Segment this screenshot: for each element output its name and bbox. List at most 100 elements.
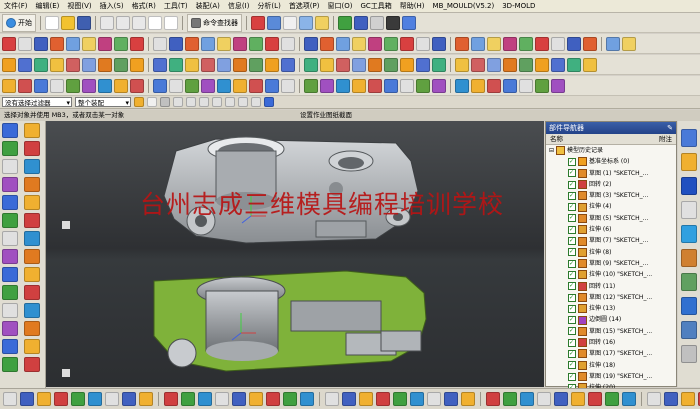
lifter-icon[interactable] — [352, 78, 366, 93]
part-icon[interactable] — [338, 15, 352, 30]
menu-item[interactable]: 装配(A) — [192, 1, 224, 11]
shell-icon[interactable] — [352, 57, 366, 72]
sketch-icon[interactable] — [23, 231, 40, 246]
analysis-icon[interactable] — [2, 177, 18, 192]
col-name[interactable]: 名称 — [550, 134, 563, 144]
layer-icon[interactable] — [605, 392, 619, 406]
fillet-icon[interactable] — [98, 36, 112, 51]
sheet-metal-icon[interactable] — [23, 249, 40, 264]
insert-icon[interactable] — [368, 78, 382, 93]
chamfer-icon[interactable] — [583, 36, 597, 51]
point-icon[interactable] — [281, 36, 295, 51]
parting-icon[interactable] — [249, 78, 263, 93]
constraint-navigator-icon[interactable] — [681, 153, 697, 171]
shaded-icon[interactable] — [88, 392, 102, 406]
blend-icon[interactable] — [551, 57, 565, 72]
lifter-icon[interactable] — [153, 78, 167, 93]
menu-item[interactable]: 帮助(H) — [396, 1, 429, 11]
navigator-feature-row[interactable]: 回转 (11) — [546, 281, 676, 292]
navigator-feature-row[interactable]: 草图 (9) "SKETCH_... — [546, 258, 676, 269]
draft-icon[interactable] — [130, 57, 144, 72]
ejector-icon[interactable] — [320, 78, 334, 93]
revolve-icon[interactable] — [18, 57, 32, 72]
measure-icon[interactable] — [198, 392, 212, 406]
subtract-icon[interactable] — [201, 57, 215, 72]
intersect-icon[interactable] — [217, 57, 231, 72]
runner-icon[interactable] — [66, 78, 80, 93]
snap-point-icon[interactable] — [264, 97, 274, 107]
menu-item[interactable]: 信息(I) — [224, 1, 254, 11]
checkbox-icon[interactable] — [568, 371, 576, 382]
intersect-icon[interactable] — [455, 57, 469, 72]
navigator-feature-row[interactable]: 草图 (19) "SKETCH_... — [546, 371, 676, 382]
wireframe-icon[interactable] — [105, 392, 119, 406]
rectangle-icon[interactable] — [535, 36, 549, 51]
menu-item[interactable]: 编辑(E) — [32, 1, 64, 11]
checkbox-icon[interactable] — [568, 190, 576, 201]
section-icon[interactable] — [122, 392, 136, 406]
mold-tools-icon[interactable] — [2, 213, 18, 228]
navigator-feature-row[interactable]: 草图 (15) "SKETCH_... — [546, 326, 676, 337]
arc-icon[interactable] — [249, 36, 263, 51]
helix-icon[interactable] — [217, 36, 231, 51]
copy-icon[interactable] — [116, 15, 130, 30]
reuse-library-icon[interactable] — [681, 201, 697, 219]
chamfer-icon[interactable] — [352, 36, 366, 51]
sketch-icon[interactable] — [23, 123, 40, 138]
mold-base-icon[interactable] — [400, 78, 414, 93]
layer-icon[interactable] — [181, 392, 195, 406]
mirror-icon[interactable] — [153, 57, 167, 72]
navigator-feature-row[interactable]: 草图 (12) "SKETCH_... — [546, 292, 676, 303]
navigator-feature-row[interactable]: 草图 (17) "SKETCH_... — [546, 348, 676, 359]
fit-view-icon[interactable] — [664, 392, 678, 406]
select-all-icon[interactable] — [134, 97, 144, 107]
bridge-icon[interactable] — [201, 36, 215, 51]
roles-icon[interactable] — [681, 321, 697, 339]
unite-icon[interactable] — [416, 57, 430, 72]
line-icon[interactable] — [233, 36, 247, 51]
navigator-feature-row[interactable]: 回转 (2) — [546, 179, 676, 190]
extrude-icon[interactable] — [233, 57, 247, 72]
system-scenes-icon[interactable] — [681, 345, 697, 363]
checkbox-icon[interactable] — [568, 224, 576, 235]
checkbox-icon[interactable] — [568, 303, 576, 314]
surface-icon[interactable] — [2, 141, 18, 156]
navigator-feature-row[interactable]: 拉伸 (4) — [546, 201, 676, 212]
navigator-feature-row[interactable]: 草图 (7) "SKETCH_... — [546, 235, 676, 246]
mirror-icon[interactable] — [384, 57, 398, 72]
new-file-icon[interactable] — [45, 15, 59, 30]
checkbox-icon[interactable] — [568, 314, 576, 325]
sketch-icon[interactable] — [23, 339, 40, 354]
snap-icon[interactable] — [139, 392, 153, 406]
hole-icon[interactable] — [34, 57, 48, 72]
extrude-icon[interactable] — [2, 57, 16, 72]
checkbox-icon[interactable] — [568, 179, 576, 190]
checkbox-icon[interactable] — [568, 258, 576, 269]
assembly-dropdown[interactable]: 整个装配 — [75, 97, 131, 107]
mold-wizard-icon[interactable] — [23, 285, 40, 300]
navigator-feature-row[interactable]: 回转 (16) — [546, 337, 676, 348]
part-navigator-icon[interactable] — [681, 177, 697, 195]
boss-icon[interactable] — [50, 57, 64, 72]
intersection-icon[interactable] — [251, 97, 261, 107]
fit-view-icon[interactable] — [444, 392, 458, 406]
undo-icon[interactable] — [148, 15, 162, 30]
cooling-icon[interactable] — [304, 78, 318, 93]
spline-icon[interactable] — [265, 36, 279, 51]
lifter-icon[interactable] — [551, 78, 565, 93]
zoom-icon[interactable] — [249, 392, 263, 406]
rotate-icon[interactable] — [283, 392, 297, 406]
runner-icon[interactable] — [265, 78, 279, 93]
checkbox-icon[interactable] — [568, 168, 576, 179]
shaded-icon[interactable] — [520, 392, 534, 406]
menu-item[interactable]: 窗口(O) — [324, 1, 357, 11]
shape-studio-icon[interactable] — [2, 195, 18, 210]
gate-icon[interactable] — [281, 78, 295, 93]
point-icon[interactable] — [519, 36, 533, 51]
history-icon[interactable] — [681, 249, 697, 267]
center-icon[interactable] — [225, 97, 235, 107]
extend-icon[interactable] — [622, 36, 636, 51]
shell-icon[interactable] — [114, 57, 128, 72]
fillet-icon[interactable] — [336, 36, 350, 51]
menu-item[interactable]: 分析(L) — [253, 1, 284, 11]
